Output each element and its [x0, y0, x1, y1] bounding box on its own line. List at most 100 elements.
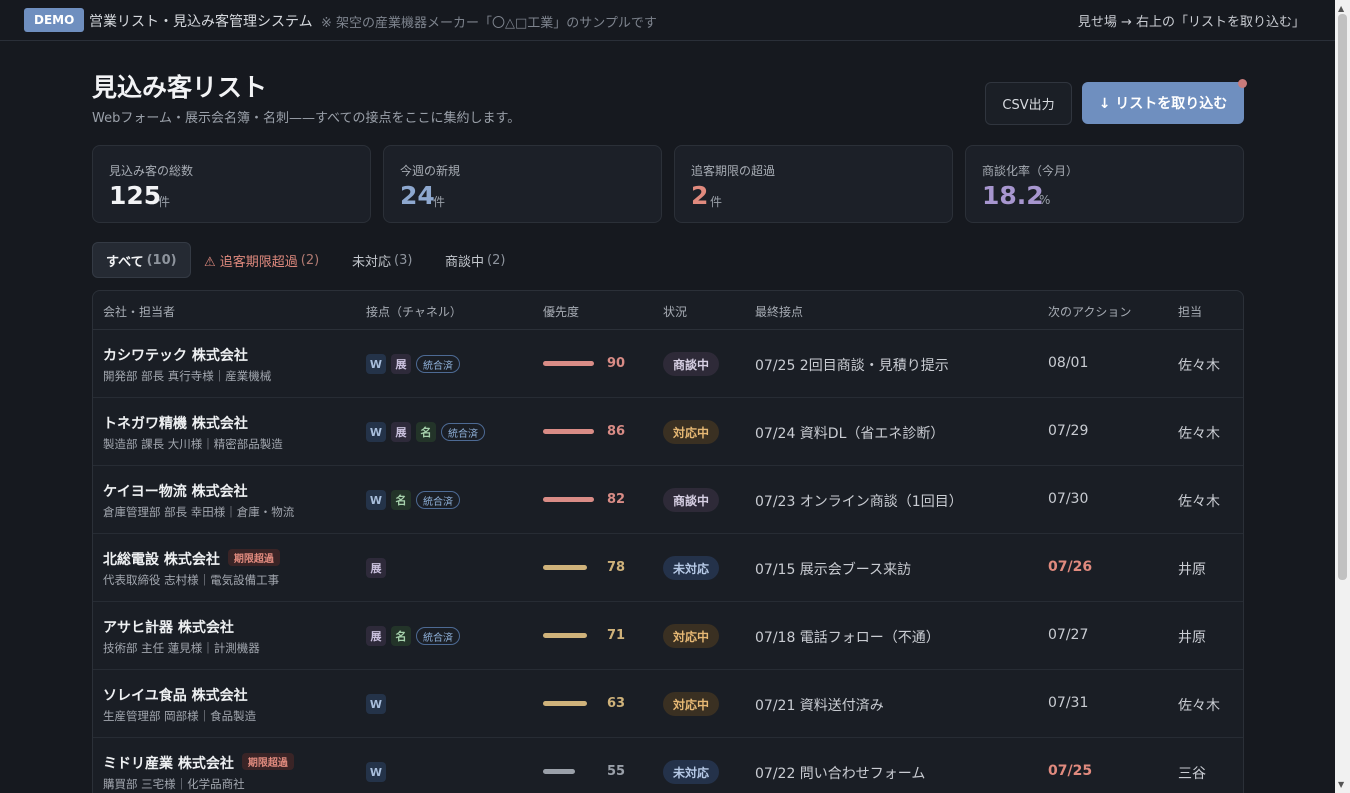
contact-info: 倉庫管理部 部長 幸田様｜倉庫・物流	[103, 505, 295, 519]
channel-chip: W	[366, 762, 386, 782]
channel-chip: W	[366, 422, 386, 442]
status-badge: 未対応	[663, 556, 720, 580]
channel-chip: W	[366, 694, 386, 714]
status-badge: 対応中	[663, 624, 720, 648]
merged-badge: 統合済	[441, 423, 485, 441]
channel-chips: 展名統合済	[366, 626, 460, 646]
company-name[interactable]: トネガワ精機 株式会社	[103, 413, 248, 433]
tab-negotiating[interactable]: 商談中 (2)	[445, 242, 505, 278]
stat-card: 商談化率（今月） 18.2%	[965, 145, 1244, 223]
priority-bar	[543, 497, 594, 502]
top-bar: DEMO 営業リスト・見込み客管理システム ※ 架空の産業機器メーカー「〇△□工…	[0, 0, 1335, 41]
priority-bar	[543, 701, 587, 706]
app-note: ※ 架空の産業機器メーカー「〇△□工業」のサンプルです	[321, 16, 657, 31]
priority-bar	[543, 565, 587, 570]
stat-card: 見込み客の総数 125 件	[92, 145, 371, 223]
tab-all[interactable]: すべて (10)	[92, 242, 191, 278]
status-badge: 商談中	[663, 352, 720, 376]
scroll-thumb[interactable]	[1338, 14, 1347, 580]
company-name[interactable]: アサヒ計器 株式会社	[103, 617, 234, 637]
company-name[interactable]: ミドリ産業 株式会社 期限超過	[103, 753, 294, 773]
channel-chips: W	[366, 762, 386, 782]
page-subtitle: Webフォーム・展示会名簿・名刺——すべての接点をここに集約します。	[92, 111, 521, 126]
status-badge: 対応中	[663, 692, 720, 716]
owner-name: 佐々木	[1178, 494, 1220, 510]
stat-card: 今週の新規 24 件	[383, 145, 662, 223]
company-label: アサヒ計器 株式会社	[103, 620, 234, 636]
table-row[interactable]: ミドリ産業 株式会社 期限超過 購買部 三宅様｜化学品商社 W 55 未対応 07/22 問…	[93, 738, 1243, 793]
table-row[interactable]: 北総電設 株式会社 期限超過 代表取締役 志村様｜電気設備工事 展 78 未対応 07/15…	[93, 534, 1243, 602]
status-badge: 商談中	[663, 488, 720, 512]
page-scrollbar[interactable]: ▲ ▼	[1335, 0, 1350, 793]
tab-count: (10)	[146, 252, 177, 268]
column-header: 最終接点	[755, 305, 804, 319]
tab-label: 未対応	[352, 254, 392, 270]
tab-count: (3)	[394, 252, 413, 268]
stat-card: 追客期限の超過 2 件	[674, 145, 953, 223]
csv-export-button[interactable]: CSV出力	[985, 82, 1072, 125]
overdue-badge: 期限超過	[227, 549, 280, 566]
stat-label: 商談化率（今月）	[982, 164, 1079, 178]
last-contact: 07/23 オンライン商談（1回目）	[755, 494, 963, 510]
owner-name: 佐々木	[1178, 426, 1220, 442]
scroll-down-arrow-icon[interactable]: ▼	[1338, 780, 1344, 789]
owner-name: 井原	[1178, 630, 1206, 646]
priority-score: 63	[607, 696, 626, 711]
company-label: ソレイユ食品 株式会社	[103, 688, 248, 704]
table-row[interactable]: ケイヨー物流 株式会社 倉庫管理部 部長 幸田様｜倉庫・物流 W 名統合済 82 商談中 0…	[93, 466, 1243, 534]
last-contact: 07/24 資料DL（省エネ診断）	[755, 426, 945, 442]
channel-chips: 展	[366, 558, 386, 578]
tab-count: (2)	[300, 252, 320, 268]
company-label: 北総電設 株式会社	[103, 552, 220, 568]
stat-label: 見込み客の総数	[109, 164, 194, 178]
table-row[interactable]: トネガワ精機 株式会社 製造部 課長 大川様｜精密部品製造 W 展名統合済 86 対応中 0…	[93, 398, 1243, 466]
channel-chips: W 展名統合済	[366, 422, 485, 442]
page-title: 見込み客リスト	[92, 73, 268, 102]
channel-chips: W 展統合済	[366, 354, 460, 374]
priority-bar	[543, 633, 587, 638]
stat-value: 18.2	[982, 181, 1044, 210]
company-label: カシワテック 株式会社	[103, 348, 248, 364]
channel-chip: 名	[416, 422, 436, 442]
column-header: 担当	[1178, 305, 1203, 319]
stat-label: 追客期限の超過	[691, 164, 776, 178]
merged-badge: 統合済	[416, 355, 460, 373]
next-action-date: 07/31	[1048, 695, 1089, 711]
channel-chip: 名	[391, 626, 411, 646]
top-hint: 見せ場 → 右上の「リストを取り込む」	[1077, 15, 1305, 30]
notification-dot	[1238, 79, 1247, 88]
priority-bar	[543, 361, 594, 366]
company-name[interactable]: 北総電設 株式会社 期限超過	[103, 549, 280, 569]
priority-score: 86	[607, 424, 626, 439]
last-contact: 07/15 展示会ブース来訪	[755, 562, 912, 578]
last-contact: 07/25 2回目商談・見積り提示	[755, 358, 949, 374]
company-label: トネガワ精機 株式会社	[103, 416, 248, 432]
tab-overdue[interactable]: ⚠ 追客期限超過 (2)	[204, 242, 319, 278]
table-row[interactable]: ソレイユ食品 株式会社 生産管理部 岡部様｜食品製造 W 63 対応中 07/21 資料送…	[93, 670, 1243, 738]
priority-bar	[543, 429, 594, 434]
priority-score: 82	[607, 492, 626, 507]
owner-name: 佐々木	[1178, 358, 1220, 374]
company-name[interactable]: カシワテック 株式会社	[103, 345, 248, 365]
last-contact: 07/18 電話フォロー（不通）	[755, 630, 940, 646]
company-name[interactable]: ケイヨー物流 株式会社	[103, 481, 248, 501]
contact-info: 技術部 主任 蓮見様｜計測機器	[103, 641, 260, 655]
tab-unhandled[interactable]: 未対応 (3)	[352, 242, 412, 278]
status-badge: 対応中	[663, 420, 720, 444]
tab-label: 商談中	[445, 254, 485, 270]
table-row[interactable]: カシワテック 株式会社 開発部 部長 真行寺様｜産業機械 W 展統合済 90 商談中 07/…	[93, 330, 1243, 398]
tab-count: (2)	[487, 252, 506, 268]
stat-unit: 件	[710, 195, 723, 209]
next-action-date: 07/30	[1048, 491, 1089, 507]
last-contact: 07/22 問い合わせフォーム	[755, 766, 926, 782]
scroll-up-arrow-icon[interactable]: ▲	[1338, 4, 1344, 13]
owner-name: 佐々木	[1178, 698, 1220, 714]
tab-label: すべて	[106, 254, 144, 270]
priority-score: 78	[607, 560, 626, 575]
import-list-button[interactable]: ↓ リストを取り込む	[1082, 82, 1244, 124]
owner-name: 三谷	[1178, 766, 1206, 782]
company-name[interactable]: ソレイユ食品 株式会社	[103, 685, 248, 705]
channel-chip: 展	[366, 558, 386, 578]
table-row[interactable]: アサヒ計器 株式会社 技術部 主任 蓮見様｜計測機器 展名統合済 71 対応中 07/18…	[93, 602, 1243, 670]
contact-info: 開発部 部長 真行寺様｜産業機械	[103, 369, 272, 383]
